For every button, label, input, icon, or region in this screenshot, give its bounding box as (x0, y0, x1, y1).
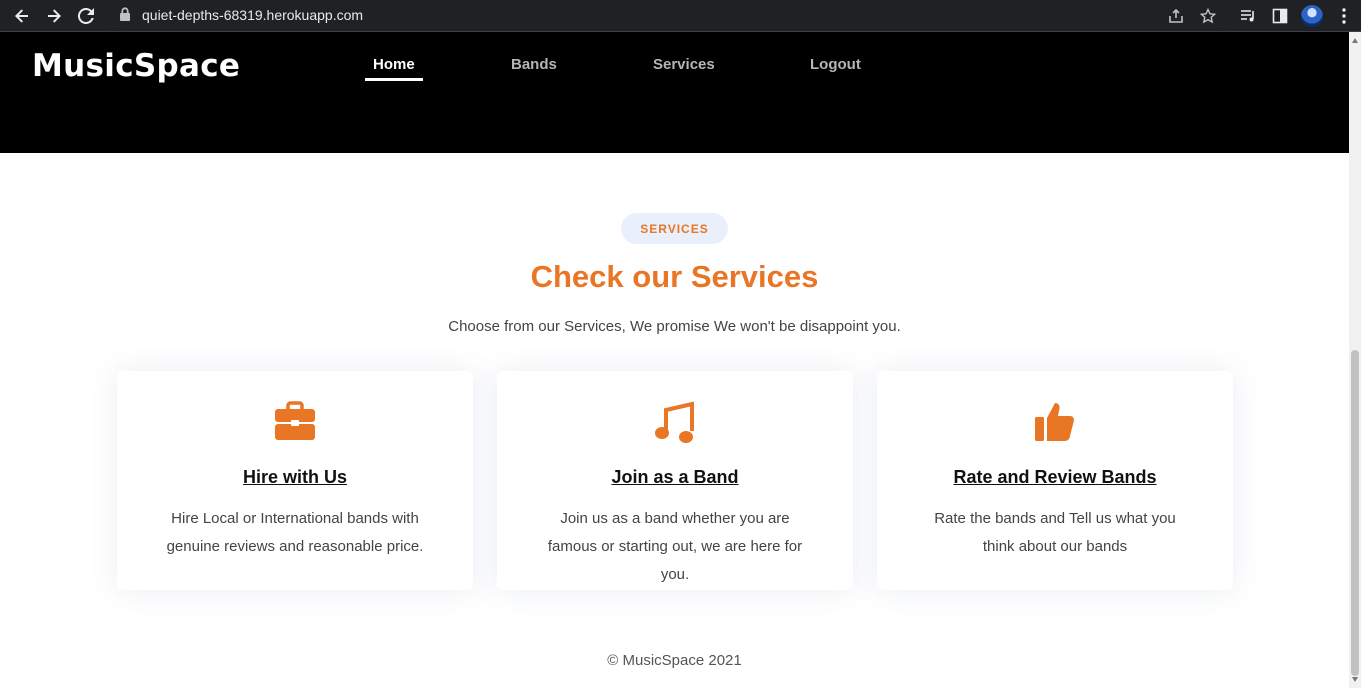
share-icon (1169, 8, 1183, 23)
nav-bands[interactable]: Bands (511, 56, 557, 73)
service-card-description: Rate the bands and Tell us what you thin… (934, 510, 1176, 555)
scroll-thumb[interactable] (1351, 350, 1359, 676)
nav-home[interactable]: Home (373, 56, 415, 73)
avatar (1301, 5, 1323, 27)
service-card-title[interactable]: Rate and Review Bands (877, 467, 1233, 488)
side-panel-button[interactable] (1268, 4, 1292, 28)
footer-copyright: © MusicSpace 2021 (607, 652, 742, 669)
music-note-icon (655, 401, 694, 443)
bookmark-button[interactable] (1196, 4, 1220, 28)
address-bar[interactable]: quiet-depths-68319.herokuapp.com (108, 1, 1234, 29)
site-logo[interactable]: MusicSpace (32, 48, 240, 84)
service-card-description: Hire Local or International bands with g… (166, 510, 424, 555)
service-card-title[interactable]: Hire with Us (117, 467, 473, 488)
service-card-rate: Rate and Review Bands Rate the bands and… (877, 371, 1233, 590)
playlist-icon (1241, 10, 1254, 22)
service-card-hire: Hire with Us Hire Local or International… (117, 371, 473, 590)
browser-toolbar: quiet-depths-68319.herokuapp.com (0, 0, 1361, 32)
forward-arrow-icon (48, 9, 61, 23)
section-badge: SERVICES (621, 213, 728, 244)
profile-button[interactable] (1300, 4, 1324, 28)
forward-button[interactable] (42, 4, 66, 28)
media-controls-button[interactable] (1236, 4, 1260, 28)
share-button[interactable] (1164, 4, 1188, 28)
site-header: MusicSpace Home Bands Services Logout (0, 32, 1349, 153)
kebab-menu-icon (1342, 8, 1346, 24)
briefcase-icon (275, 401, 315, 440)
scroll-down-icon[interactable] (1351, 674, 1359, 684)
scroll-up-icon[interactable] (1351, 36, 1359, 46)
thumbs-up-icon (1035, 403, 1074, 441)
reload-icon (78, 8, 94, 24)
section-subtitle: Choose from our Services, We promise We … (448, 318, 901, 335)
service-card-description: Join us as a band whether you are famous… (547, 510, 803, 583)
side-panel-icon (1272, 8, 1288, 24)
service-card-join: Join as a Band Join us as a band whether… (497, 371, 853, 590)
url-text: quiet-depths-68319.herokuapp.com (142, 7, 364, 23)
page-scrollbar[interactable] (1349, 32, 1361, 688)
service-card-title[interactable]: Join as a Band (497, 467, 853, 488)
back-arrow-icon (15, 9, 28, 23)
menu-button[interactable] (1332, 4, 1356, 28)
back-button[interactable] (10, 4, 34, 28)
section-title: Check our Services (530, 259, 819, 294)
reload-button[interactable] (74, 4, 98, 28)
nav-services[interactable]: Services (653, 56, 715, 73)
lock-icon (120, 7, 130, 21)
active-nav-indicator (365, 78, 423, 81)
star-icon (1200, 8, 1216, 24)
nav-logout[interactable]: Logout (810, 56, 861, 73)
